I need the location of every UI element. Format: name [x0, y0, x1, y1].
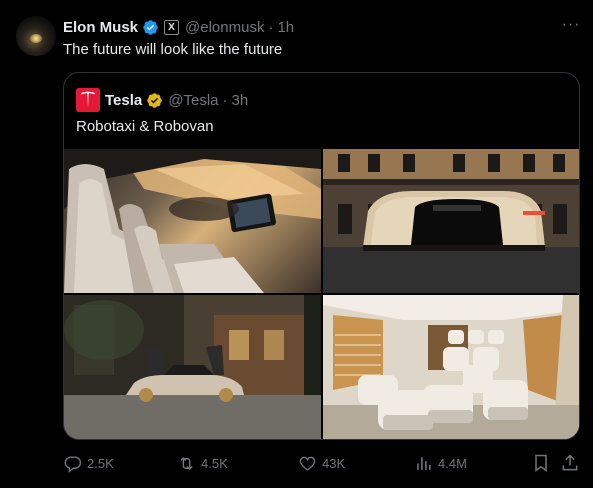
views-count: 4.4M [438, 455, 467, 471]
tweet-text: The future will look like the future [63, 41, 283, 58]
more-options-icon[interactable]: ··· [560, 17, 582, 36]
media-image-robovan-interior[interactable] [323, 295, 579, 439]
author-name[interactable]: Elon Musk [63, 19, 138, 36]
media-image-robotaxi-interior[interactable] [64, 149, 321, 293]
heart-icon [299, 456, 316, 471]
quoted-timestamp[interactable]: 3h [232, 92, 249, 109]
reply-button[interactable]: 2.5K [63, 452, 114, 474]
x-logo-icon: X [164, 19, 180, 35]
views-icon [417, 456, 431, 470]
author-handle[interactable]: @elonmusk [185, 19, 264, 36]
quoted-author-name[interactable]: Tesla [105, 92, 142, 109]
reply-count: 2.5K [87, 455, 114, 471]
separator: · [222, 91, 228, 109]
quoted-tweet[interactable]: Tesla @Tesla · 3h Robotaxi & Robovan [63, 72, 580, 440]
tesla-logo-icon[interactable] [76, 88, 100, 112]
repost-icon [180, 456, 193, 470]
repost-button[interactable]: 4.5K [177, 452, 228, 474]
tweet[interactable]: Elon Musk X @elonmusk · 1h ··· The futur… [0, 0, 593, 488]
author-avatar[interactable] [16, 16, 56, 56]
tweet-header: Elon Musk X @elonmusk · 1h [63, 17, 294, 37]
share-icon[interactable] [560, 453, 580, 473]
verified-badge-icon[interactable] [142, 19, 159, 36]
views-button[interactable]: 4.4M [414, 452, 467, 474]
media-image-robotaxi-gullwing[interactable] [64, 295, 321, 439]
repost-count: 4.5K [201, 455, 228, 471]
gold-verified-badge-icon[interactable] [146, 92, 163, 109]
timestamp[interactable]: 1h [277, 19, 294, 36]
quoted-author-handle[interactable]: @Tesla [168, 92, 218, 109]
separator: · [268, 18, 274, 36]
quoted-tweet-text: Robotaxi & Robovan [76, 118, 214, 135]
like-button[interactable]: 43K [298, 452, 345, 474]
quoted-header: Tesla @Tesla · 3h [76, 88, 248, 112]
reply-icon [64, 455, 82, 473]
tweet-actions: 2.5K 4.5K 43K 4.4M [63, 452, 583, 474]
like-count: 43K [322, 455, 346, 471]
media-image-robovan-street[interactable] [323, 149, 579, 293]
bookmark-icon[interactable] [531, 453, 551, 473]
